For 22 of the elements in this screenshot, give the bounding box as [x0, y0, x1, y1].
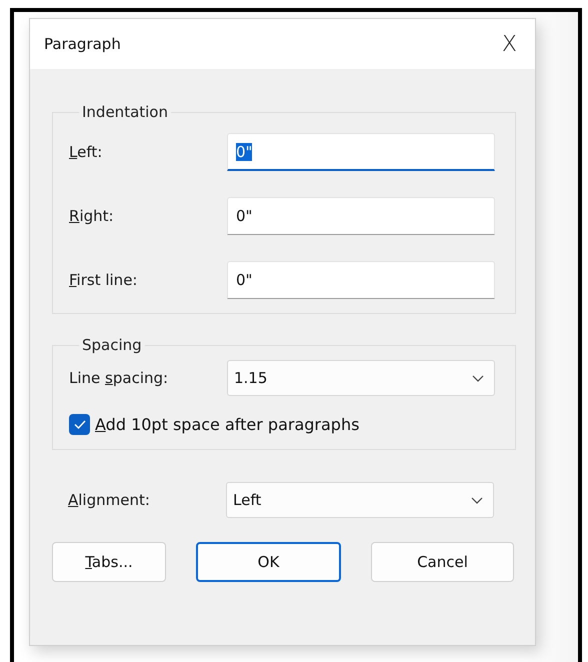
alignment-dropdown[interactable]: Left: [226, 482, 494, 518]
group-title: Indentation: [81, 103, 169, 121]
field-label: First line:: [69, 271, 138, 289]
dialog-button[interactable]: Tabs...: [52, 542, 166, 582]
input-field[interactable]: 0": [227, 261, 495, 299]
dialog-button[interactable]: OK: [196, 542, 341, 582]
field-label: Alignment:: [68, 491, 151, 509]
checkbox-label: Add 10pt space after paragraphs: [95, 415, 360, 434]
line-spacing-dropdown[interactable]: 1.15: [227, 360, 495, 396]
input-field[interactable]: 0": [227, 197, 495, 235]
chevron-down-icon: [472, 374, 484, 382]
chevron-down-icon: [471, 496, 483, 504]
field-label: Line spacing:: [69, 369, 170, 387]
field-label: Left:: [69, 143, 104, 161]
window-title: Paragraph: [44, 35, 121, 53]
checkmark-icon: [74, 420, 86, 429]
close-button[interactable]: X: [500, 32, 519, 56]
input-field[interactable]: 0": [227, 133, 495, 171]
dialog-button[interactable]: Cancel: [371, 542, 514, 582]
field-label: Right:: [69, 207, 115, 225]
checkbox[interactable]: [69, 414, 90, 435]
group-title: Spacing: [81, 336, 143, 354]
